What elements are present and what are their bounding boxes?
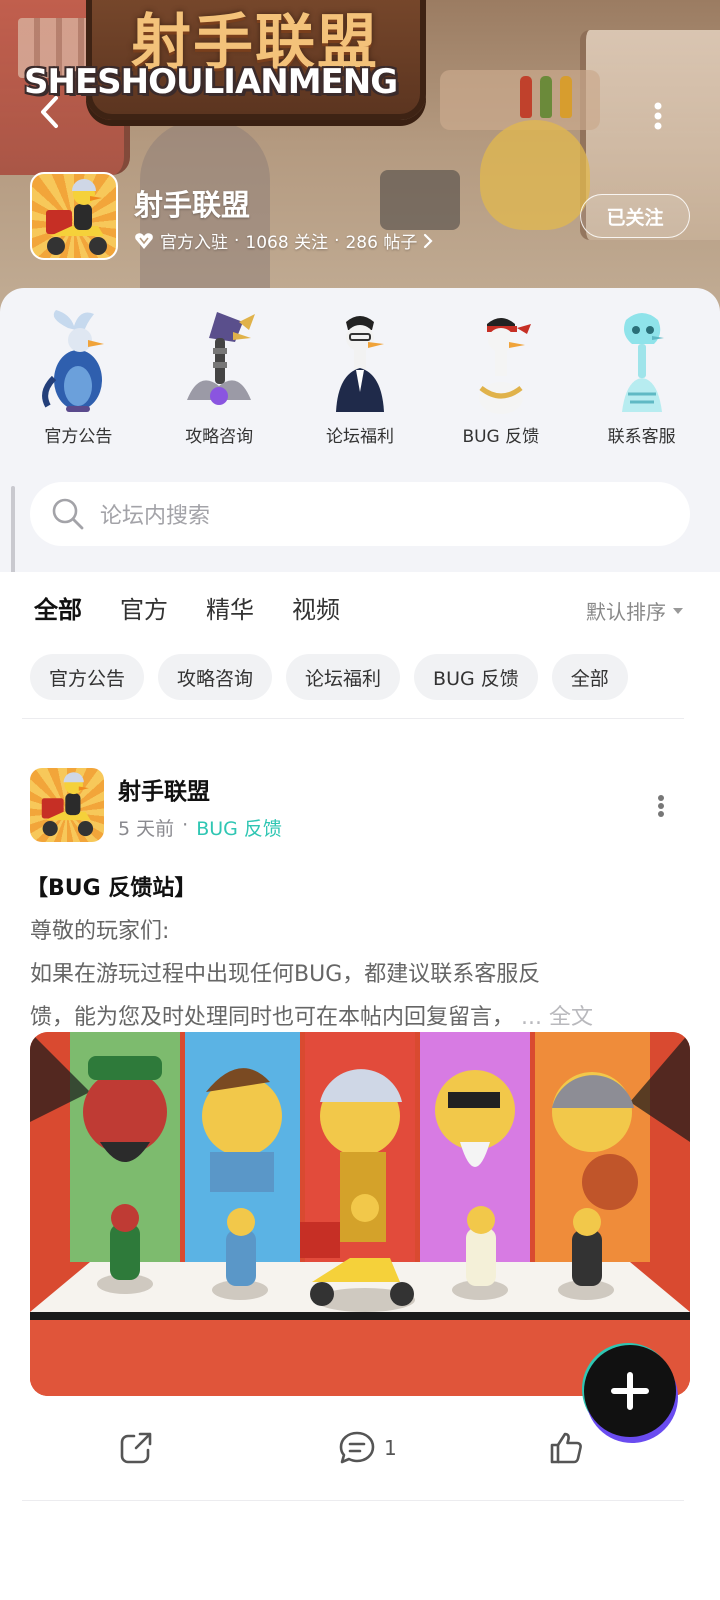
chip-all[interactable]: 全部: [551, 654, 628, 700]
banner-sign-subtitle: SHESHOULIANMENG: [24, 62, 398, 102]
sort-dropdown[interactable]: 默认排序: [586, 596, 684, 625]
caret-down-icon: [673, 607, 683, 614]
chevron-right-icon: [424, 233, 433, 248]
thumbs-up-icon: [550, 1432, 582, 1464]
category-chips: 官方公告 攻略咨询 论坛福利 BUG 反馈 全部: [30, 654, 628, 700]
category-strategy-consult[interactable]: 攻略咨询: [154, 308, 284, 448]
official-badge-label: 官方入驻: [160, 233, 228, 253]
more-options-button[interactable]: [638, 96, 678, 136]
category-forum-benefits[interactable]: 论坛福利: [295, 308, 425, 448]
tab-video[interactable]: 视频: [292, 590, 340, 625]
chip-official-announcement[interactable]: 官方公告: [30, 654, 145, 700]
meta-separator: ·: [334, 230, 340, 251]
search-placeholder: 论坛内搜索: [100, 504, 211, 529]
share-icon: [120, 1432, 152, 1464]
category-label: BUG 反馈: [462, 427, 540, 447]
chip-strategy-consult[interactable]: 攻略咨询: [158, 654, 273, 700]
post-body-line: 尊敬的玩家们:: [30, 919, 170, 944]
post-author-name[interactable]: 射手联盟: [118, 772, 210, 806]
goose-headband-icon: [478, 318, 531, 414]
robot-bird-icon: [187, 312, 256, 405]
tab-official[interactable]: 官方: [120, 590, 168, 625]
post-author-avatar[interactable]: [30, 768, 104, 842]
chevron-left-icon: [41, 96, 58, 128]
category-label: 论坛福利: [325, 427, 394, 447]
category-label: 联系客服: [607, 427, 676, 447]
forum-banner: 射手联盟 SHESHOULIANMENG: [0, 0, 720, 320]
forum-meta[interactable]: 官方入驻 · 1068 关注 · 286 帖子: [134, 228, 433, 253]
character-lineup-image: [30, 1032, 690, 1396]
post-body-line: 如果在游玩过程中出现任何BUG，都建议联系客服反: [30, 962, 541, 987]
duck-rider-icon: [46, 179, 107, 255]
category-label: 官方公告: [44, 427, 113, 447]
vertical-dots-icon: [654, 102, 662, 130]
forum-info: 射手联盟 官方入驻 · 1068 关注 · 286 帖子 已关注: [30, 172, 690, 262]
category-official-announcement[interactable]: 官方公告: [13, 308, 143, 448]
search-icon: [52, 498, 84, 530]
peacock-bird-icon: [42, 310, 105, 412]
like-button[interactable]: [548, 1430, 584, 1466]
divider: [22, 1500, 684, 1501]
duck-rider-icon: [41, 772, 94, 837]
category-shortcuts: 官方公告 攻略咨询 论坛福利 BUG 反馈 联系客服: [0, 308, 720, 448]
post-actions: 1: [0, 1430, 720, 1480]
read-more-link[interactable]: ... 全文: [521, 1005, 593, 1030]
meta-separator: ·: [182, 814, 189, 836]
vertical-dots-icon: [658, 795, 664, 817]
heart-diamond-icon: [135, 232, 153, 249]
category-customer-service[interactable]: 联系客服: [577, 308, 707, 448]
filter-tabs: 全部 官方 精华 视频: [34, 590, 340, 629]
tab-all[interactable]: 全部: [34, 590, 82, 629]
goose-suit-icon: [335, 316, 384, 412]
post-list-panel: 全部 官方 精华 视频 默认排序 官方公告 攻略咨询 论坛福利 BUG 反馈 全…: [0, 572, 720, 1600]
chip-bug-feedback[interactable]: BUG 反馈: [414, 654, 538, 700]
followers-count: 1068 关注: [245, 233, 329, 253]
create-post-button[interactable]: [584, 1345, 676, 1437]
chip-forum-benefits[interactable]: 论坛福利: [286, 654, 401, 700]
post-more-button[interactable]: [646, 786, 676, 826]
forum-name: 射手联盟: [134, 188, 251, 222]
forum-avatar[interactable]: [30, 172, 118, 260]
banner-bottles-decoration: [520, 76, 572, 118]
comment-icon: [339, 1431, 375, 1464]
post-body: 尊敬的玩家们: 如果在游玩过程中出现任何BUG，都建议联系客服反 馈，能为您及时…: [30, 910, 690, 1039]
divider: [22, 718, 684, 719]
category-bug-feedback[interactable]: BUG 反馈: [436, 308, 566, 448]
comment-button[interactable]: 1: [338, 1430, 397, 1466]
post-title: 【BUG 反馈站】: [26, 876, 197, 901]
ghost-skeleton-icon: [621, 313, 664, 412]
share-button[interactable]: [118, 1430, 154, 1466]
sort-label: 默认排序: [586, 600, 666, 624]
category-label: 攻略咨询: [185, 427, 254, 447]
back-button[interactable]: [30, 92, 70, 132]
tab-featured[interactable]: 精华: [206, 590, 254, 625]
search-input[interactable]: 论坛内搜索: [30, 482, 690, 546]
post-body-text: 馈，能为您及时处理同时也可在本帖内回复留言，: [30, 1005, 515, 1030]
post-category-link[interactable]: BUG 反馈: [196, 814, 282, 841]
post-time: 5 天前: [118, 818, 175, 840]
follow-button[interactable]: 已关注: [580, 194, 690, 238]
post-image[interactable]: [30, 1032, 690, 1396]
post-meta: 5 天前 · BUG 反馈: [118, 814, 282, 841]
plus-icon: [611, 1372, 649, 1410]
meta-separator: ·: [234, 230, 240, 251]
posts-count: 286 帖子: [345, 233, 418, 253]
comment-count: 1: [384, 1436, 397, 1460]
